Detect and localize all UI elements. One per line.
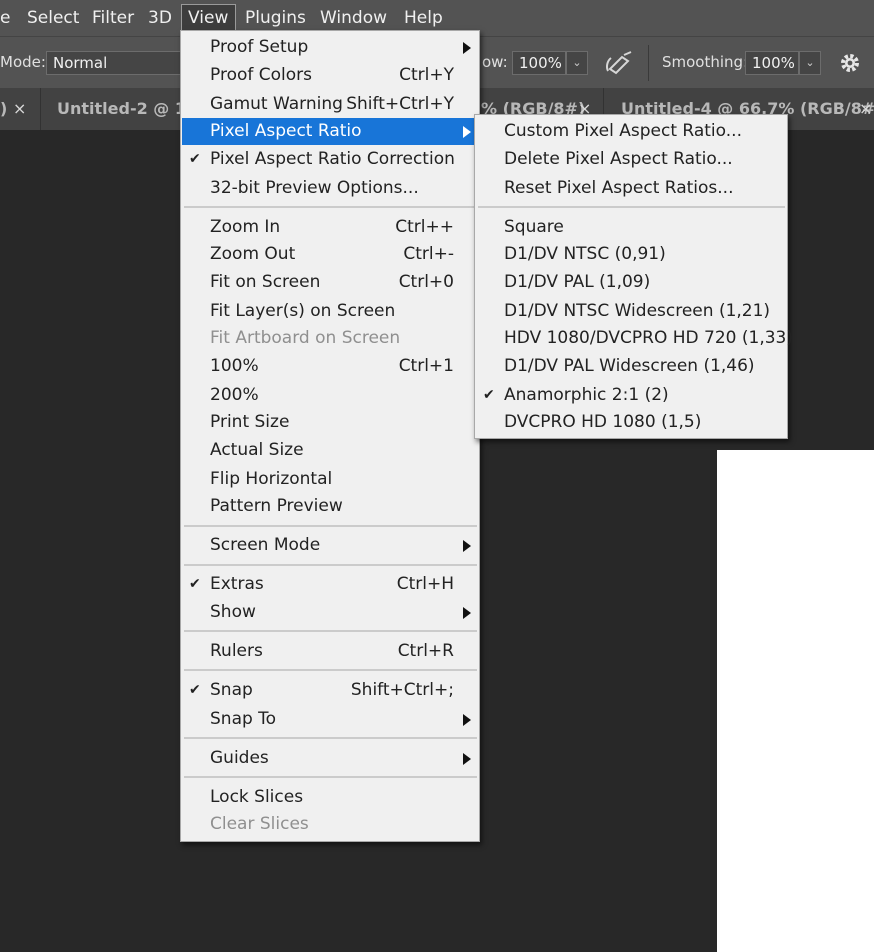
menu-filter[interactable]: Filter bbox=[92, 0, 134, 36]
airbrush-icon[interactable] bbox=[604, 49, 636, 77]
menu-item-zoom-out[interactable]: Zoom Out Ctrl+- bbox=[182, 241, 478, 268]
menu-item-fit-on-screen[interactable]: Fit on Screen Ctrl+0 bbox=[182, 269, 478, 296]
menu-item-rulers[interactable]: Rulers Ctrl+R bbox=[182, 638, 478, 665]
menu-item-lock-slices[interactable]: Lock Slices bbox=[182, 784, 478, 811]
menu-3d[interactable]: 3D bbox=[148, 0, 172, 36]
checkmark-icon: ✔ bbox=[189, 576, 201, 592]
menu-separator bbox=[184, 737, 477, 739]
chevron-down-icon: ⌄ bbox=[572, 56, 582, 69]
gear-icon[interactable] bbox=[838, 51, 862, 75]
mode-select[interactable]: Normal bbox=[46, 51, 182, 75]
checkmark-icon: ✔ bbox=[483, 387, 495, 403]
menu-item-reset-pixel-aspect-ratios[interactable]: Reset Pixel Aspect Ratios... bbox=[476, 175, 786, 202]
menu-item-zoom-200[interactable]: 200% bbox=[182, 382, 478, 409]
menu-file-partial[interactable]: e bbox=[0, 0, 10, 36]
tab-divider bbox=[40, 88, 41, 130]
menu-item-snap-to[interactable]: Snap To bbox=[182, 706, 478, 733]
menu-item-pattern-preview[interactable]: Pattern Preview bbox=[182, 493, 478, 520]
menu-item-flip-horizontal[interactable]: Flip Horizontal bbox=[182, 466, 478, 493]
menu-item-dvcpro-hd-1080[interactable]: DVCPRO HD 1080 (1,5) bbox=[476, 409, 786, 436]
menu-item-pixel-aspect-ratio[interactable]: Pixel Aspect Ratio bbox=[182, 118, 478, 145]
checkmark-icon: ✔ bbox=[189, 682, 201, 698]
menu-separator bbox=[184, 206, 477, 208]
menu-item-d1-dv-ntsc-widescreen[interactable]: D1/DV NTSC Widescreen (1,21) bbox=[476, 298, 786, 325]
menu-item-zoom-100[interactable]: 100% Ctrl+1 bbox=[182, 353, 478, 380]
tab-close-button[interactable]: × bbox=[13, 88, 26, 130]
mode-label: Mode: bbox=[0, 53, 46, 71]
menu-item-fit-artboard-on-screen: Fit Artboard on Screen bbox=[210, 328, 401, 348]
flow-input[interactable]: 100% bbox=[512, 51, 566, 75]
tab-close-button[interactable]: × bbox=[859, 88, 872, 130]
submenu-arrow-icon bbox=[463, 753, 471, 765]
menu-item-screen-mode[interactable]: Screen Mode bbox=[182, 532, 478, 559]
menu-separator bbox=[184, 630, 477, 632]
chevron-down-icon: ⌄ bbox=[805, 56, 815, 69]
menu-item-pixel-aspect-ratio-correction[interactable]: ✔ Pixel Aspect Ratio Correction bbox=[182, 146, 478, 173]
menu-item-proof-setup[interactable]: Proof Setup bbox=[182, 34, 478, 61]
menu-item-actual-size[interactable]: Actual Size bbox=[182, 437, 478, 464]
menu-item-delete-pixel-aspect-ratio[interactable]: Delete Pixel Aspect Ratio... bbox=[476, 146, 786, 173]
checkmark-icon: ✔ bbox=[189, 151, 201, 167]
menu-item-extras[interactable]: ✔ Extras Ctrl+H bbox=[182, 571, 478, 598]
menu-item-clear-slices: Clear Slices bbox=[210, 814, 309, 834]
flow-dropdown-button[interactable]: ⌄ bbox=[566, 51, 588, 75]
menu-separator bbox=[184, 776, 477, 778]
menu-item-square[interactable]: Square bbox=[476, 214, 786, 241]
submenu-arrow-icon bbox=[463, 714, 471, 726]
submenu-arrow-icon bbox=[463, 42, 471, 54]
submenu-arrow-icon bbox=[463, 540, 471, 552]
submenu-arrow-icon bbox=[463, 126, 471, 138]
pixel-aspect-ratio-submenu: Custom Pixel Aspect Ratio... Delete Pixe… bbox=[474, 114, 793, 439]
options-divider bbox=[648, 45, 649, 81]
menu-item-hdv-1080-dvcpro-hd-720[interactable]: HDV 1080/DVCPRO HD 720 (1,33) bbox=[476, 325, 793, 352]
smoothing-dropdown-button[interactable]: ⌄ bbox=[799, 51, 821, 75]
menu-item-d1-dv-ntsc[interactable]: D1/DV NTSC (0,91) bbox=[476, 241, 786, 268]
document-canvas[interactable] bbox=[717, 450, 874, 952]
menu-item-d1-dv-pal-widescreen[interactable]: D1/DV PAL Widescreen (1,46) bbox=[476, 353, 786, 380]
smoothing-label: Smoothing: bbox=[662, 53, 749, 71]
menu-item-fit-layers-on-screen[interactable]: Fit Layer(s) on Screen bbox=[182, 298, 478, 325]
menu-item-gamut-warning[interactable]: Gamut Warning Shift+Ctrl+Y bbox=[182, 91, 478, 118]
menu-select[interactable]: Select bbox=[27, 0, 79, 36]
tab-untitled-2[interactable]: Untitled-2 @ 18 bbox=[57, 88, 197, 130]
menu-item-custom-pixel-aspect-ratio[interactable]: Custom Pixel Aspect Ratio... bbox=[476, 118, 786, 145]
menu-separator bbox=[478, 206, 785, 208]
menu-item-proof-colors[interactable]: Proof Colors Ctrl+Y bbox=[182, 62, 478, 89]
menu-item-zoom-in[interactable]: Zoom In Ctrl++ bbox=[182, 214, 478, 241]
flow-label: ow: bbox=[482, 53, 508, 71]
menu-separator bbox=[184, 564, 477, 566]
menu-item-32bit-preview-options[interactable]: 32-bit Preview Options... bbox=[182, 175, 478, 202]
menu-item-show[interactable]: Show bbox=[182, 599, 478, 626]
menu-item-d1-dv-pal[interactable]: D1/DV PAL (1,09) bbox=[476, 269, 786, 296]
menu-separator bbox=[184, 669, 477, 671]
menu-item-print-size[interactable]: Print Size bbox=[182, 409, 478, 436]
menu-item-snap[interactable]: ✔ Snap Shift+Ctrl+; bbox=[182, 677, 478, 704]
view-menu: Proof Setup Proof Colors Ctrl+Y Gamut Wa… bbox=[180, 30, 480, 842]
smoothing-input[interactable]: 100% bbox=[745, 51, 799, 75]
menu-separator bbox=[184, 525, 477, 527]
menu-item-anamorphic-2-1[interactable]: ✔ Anamorphic 2:1 (2) bbox=[476, 382, 786, 409]
menu-view[interactable]: View bbox=[181, 4, 236, 32]
tab-partial-left[interactable]: ) bbox=[0, 88, 7, 130]
menu-item-guides[interactable]: Guides bbox=[182, 745, 478, 772]
submenu-arrow-icon bbox=[463, 607, 471, 619]
